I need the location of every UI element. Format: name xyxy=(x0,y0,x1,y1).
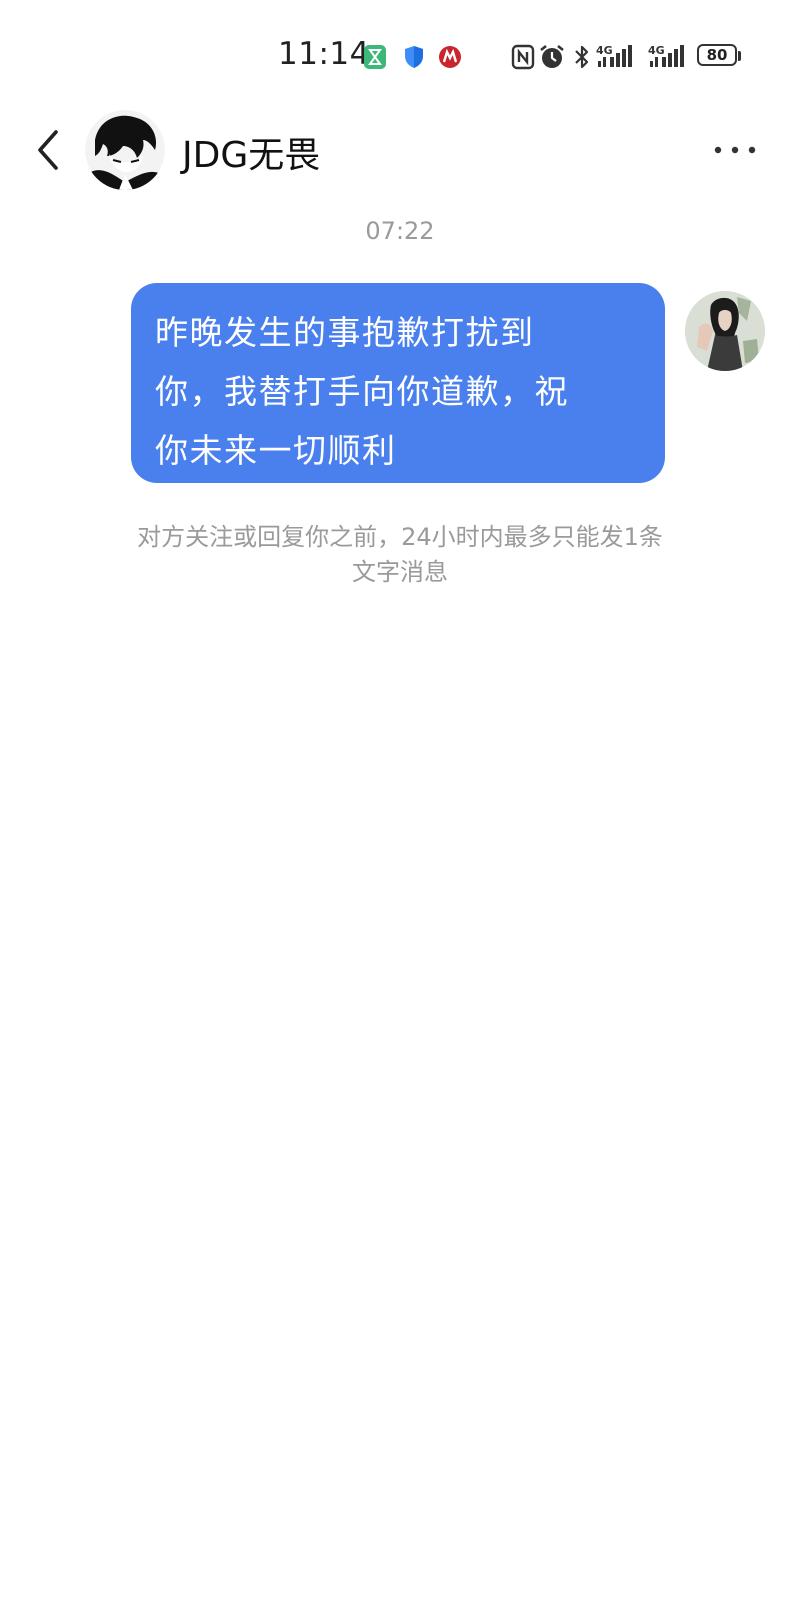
signal-4g-icon: 4G xyxy=(596,44,632,67)
svg-text:4G: 4G xyxy=(596,44,613,57)
message-bubble[interactable]: 昨晚发生的事抱歉打扰到 你，我替打手向你道歉，祝 你未来一切顺利 xyxy=(131,283,665,483)
message-row: 昨晚发生的事抱歉打扰到 你，我替打手向你道歉，祝 你未来一切顺利 xyxy=(0,283,800,483)
battery-level: 80 xyxy=(706,46,728,64)
hourglass-icon xyxy=(364,45,386,69)
bluetooth-icon xyxy=(575,45,589,69)
self-avatar[interactable] xyxy=(685,291,765,371)
message-timestamp: 07:22 xyxy=(365,217,435,245)
alarm-icon xyxy=(540,44,564,68)
chat-header: JDG无畏 xyxy=(0,100,800,200)
message-limit-notice: 对方关注或回复你之前，24小时内最多只能发1条 文字消息 xyxy=(137,523,663,586)
contact-avatar[interactable] xyxy=(85,110,165,190)
status-bar: 11:14 4G 4G 80 xyxy=(0,30,800,84)
bank-icon xyxy=(439,46,461,68)
nfc-icon xyxy=(511,44,535,70)
chevron-left-icon xyxy=(38,130,58,170)
signal-4g-icon: 4G xyxy=(648,44,684,67)
contact-name: JDG无畏 xyxy=(182,135,321,176)
more-dots-icon xyxy=(714,146,756,154)
shield-icon xyxy=(405,46,423,68)
message-text: 昨晚发生的事抱歉打扰到 你，我替打手向你道歉，祝 你未来一切顺利 xyxy=(155,313,569,470)
back-button[interactable] xyxy=(30,124,70,176)
svg-text:4G: 4G xyxy=(648,44,665,57)
battery-icon: 80 xyxy=(697,44,743,70)
status-time: 11:14 xyxy=(278,36,370,72)
more-button[interactable] xyxy=(710,132,760,168)
